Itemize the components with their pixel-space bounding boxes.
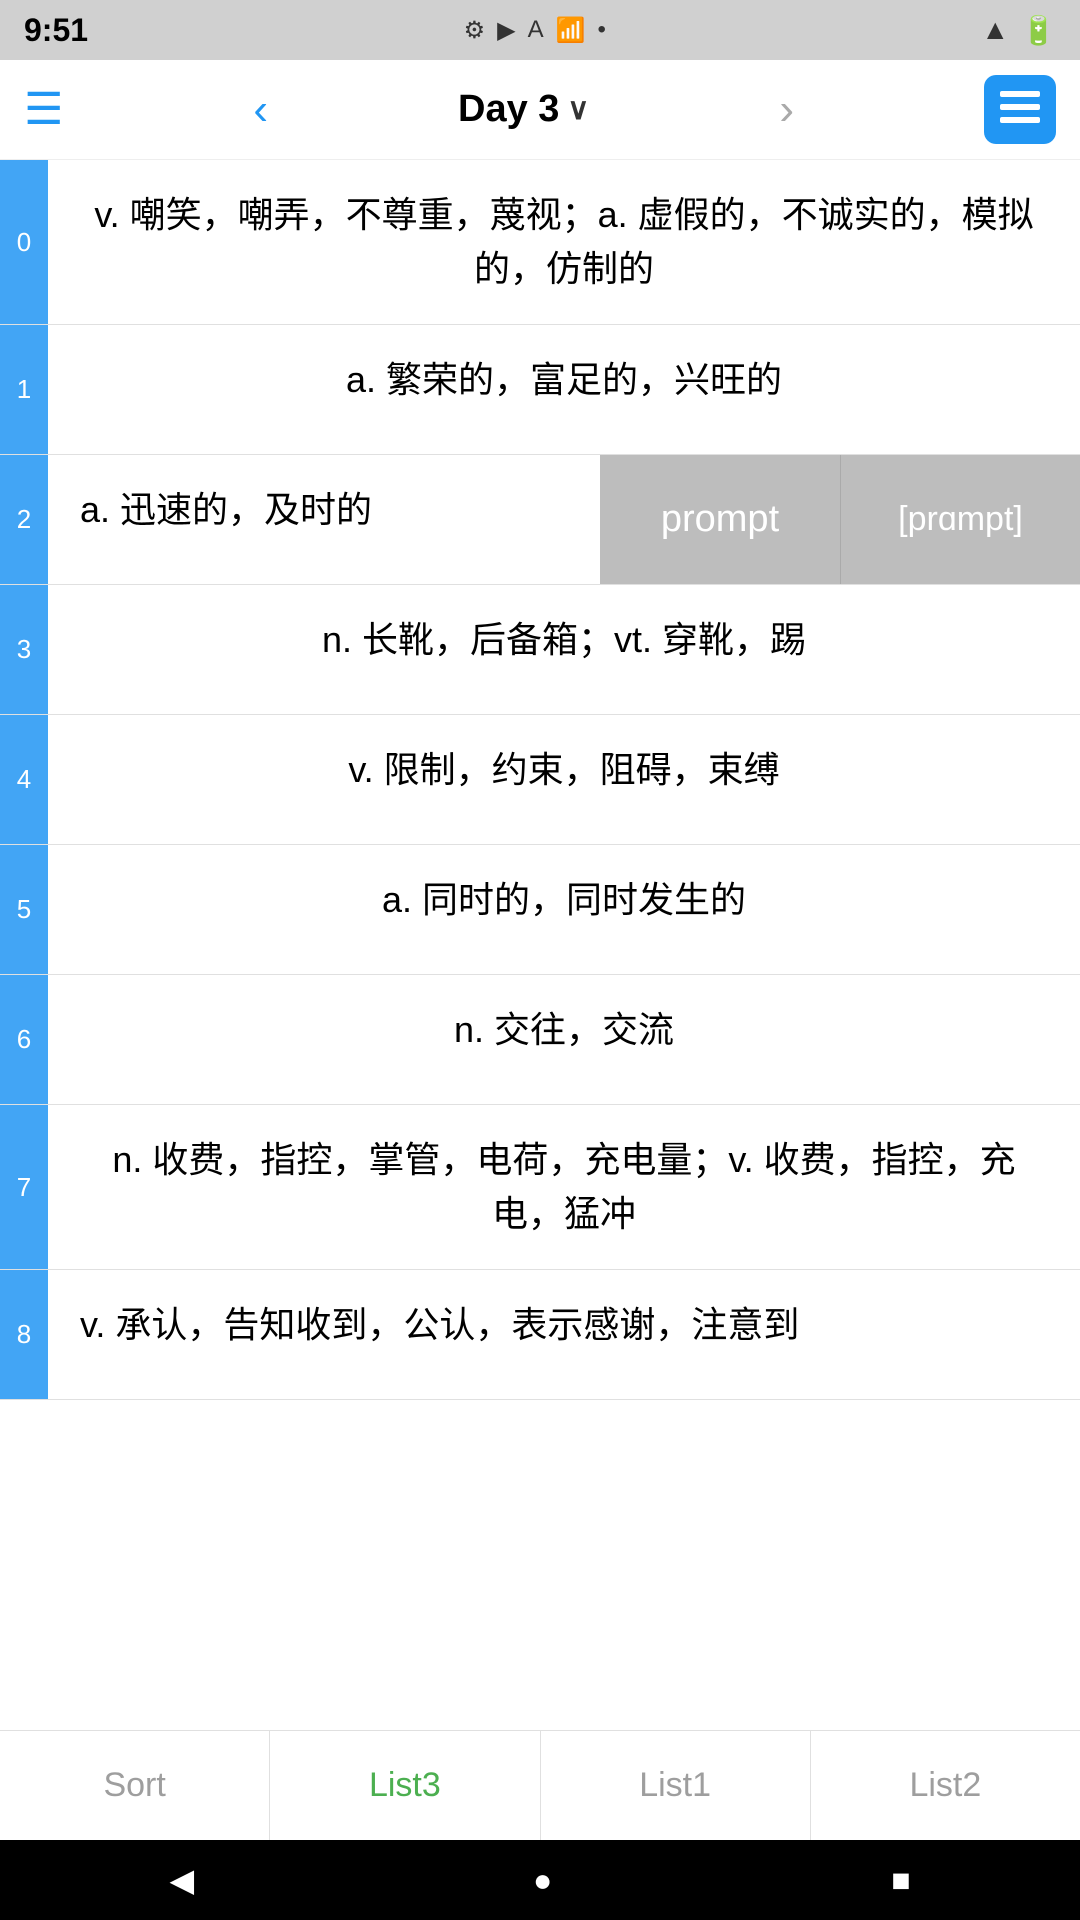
status-icons: ⚙ ▶ A 📶 •: [464, 16, 606, 45]
row-definition-6: n. 交往，交流: [48, 975, 1080, 1104]
nav-bar: ☰ ‹ Day 3 ∨ ›: [0, 60, 1080, 160]
font-icon: A: [528, 16, 544, 44]
row-index-8: 8: [0, 1270, 48, 1399]
signal-icon: ▲: [981, 14, 1009, 46]
row-index-5: 5: [0, 845, 48, 974]
word-row[interactable]: 4 v. 限制，约束，阻碍，束缚: [0, 715, 1080, 845]
status-time: 9:51: [24, 12, 88, 49]
nav-back-icon[interactable]: ‹: [253, 85, 268, 135]
row-index-2: 2: [0, 455, 48, 584]
nav-forward-icon[interactable]: ›: [779, 85, 794, 135]
tab-list2[interactable]: List2: [811, 1731, 1080, 1840]
word-row[interactable]: 8 v. 承认，告知收到，公认，表示感谢，注意到: [0, 1270, 1080, 1400]
nav-list-view-icon[interactable]: [984, 75, 1056, 144]
row-definition-7: n. 收费，指控，掌管，电荷，充电量；v. 收费，指控，充电，猛冲: [48, 1105, 1080, 1269]
row-index-0: 0: [0, 160, 48, 324]
word-row[interactable]: 0 v. 嘲笑，嘲弄，不尊重，蔑视；a. 虚假的，不诚实的，模拟的，仿制的: [0, 160, 1080, 325]
row-definition-8: v. 承认，告知收到，公认，表示感谢，注意到: [48, 1270, 1080, 1399]
nav-title-text: Day 3: [458, 88, 559, 131]
word-row[interactable]: 2 a. 迅速的，及时的 prompt [prɑmpt]: [0, 455, 1080, 585]
word-row[interactable]: 3 n. 长靴，后备箱；vt. 穿靴，踢: [0, 585, 1080, 715]
word-row[interactable]: 5 a. 同时的，同时发生的: [0, 845, 1080, 975]
row-definition-4: v. 限制，约束，阻碍，束缚: [48, 715, 1080, 844]
word-row[interactable]: 6 n. 交往，交流: [0, 975, 1080, 1105]
word-row[interactable]: 7 n. 收费，指控，掌管，电荷，充电量；v. 收费，指控，充电，猛冲: [0, 1105, 1080, 1270]
tab-list1[interactable]: List1: [541, 1731, 811, 1840]
menu-icon[interactable]: ☰: [24, 84, 63, 135]
row-definition-3: n. 长靴，后备箱；vt. 穿靴，踢: [48, 585, 1080, 714]
row-definition-0: v. 嘲笑，嘲弄，不尊重，蔑视；a. 虚假的，不诚实的，模拟的，仿制的: [48, 160, 1080, 324]
bottom-tab-bar: Sort List3 List1 List2: [0, 1730, 1080, 1840]
tab-sort[interactable]: Sort: [0, 1731, 270, 1840]
row-index-7: 7: [0, 1105, 48, 1269]
battery-icon: 🔋: [1021, 14, 1056, 47]
row-index-6: 6: [0, 975, 48, 1104]
row-definition-5: a. 同时的，同时发生的: [48, 845, 1080, 974]
android-nav-bar: ◀ ● ■: [0, 1840, 1080, 1920]
android-home-button[interactable]: ●: [533, 1862, 552, 1899]
row-index-1: 1: [0, 325, 48, 454]
status-right: ▲ 🔋: [981, 14, 1056, 47]
android-back-button[interactable]: ◀: [169, 1861, 194, 1899]
gear-icon: ⚙: [464, 16, 486, 45]
nav-title: Day 3 ∨: [458, 88, 589, 131]
row-index-4: 4: [0, 715, 48, 844]
dropdown-icon[interactable]: ∨: [567, 92, 589, 127]
word-row[interactable]: 1 a. 繁荣的，富足的，兴旺的: [0, 325, 1080, 455]
android-recent-button[interactable]: ■: [891, 1862, 910, 1899]
row-index-3: 3: [0, 585, 48, 714]
row-definition-1: a. 繁荣的，富足的，兴旺的: [48, 325, 1080, 454]
dot-icon: •: [597, 16, 605, 44]
play-icon: ▶: [497, 16, 515, 45]
word-popup[interactable]: prompt [prɑmpt]: [600, 455, 1080, 584]
popup-word: prompt: [600, 455, 840, 584]
wifi-icon: 📶: [556, 16, 586, 45]
tab-list3[interactable]: List3: [270, 1731, 540, 1840]
word-list-area: 0 v. 嘲笑，嘲弄，不尊重，蔑视；a. 虚假的，不诚实的，模拟的，仿制的 1 …: [0, 160, 1080, 1730]
status-bar: 9:51 ⚙ ▶ A 📶 • ▲ 🔋: [0, 0, 1080, 60]
popup-phonetic: [prɑmpt]: [840, 455, 1080, 584]
